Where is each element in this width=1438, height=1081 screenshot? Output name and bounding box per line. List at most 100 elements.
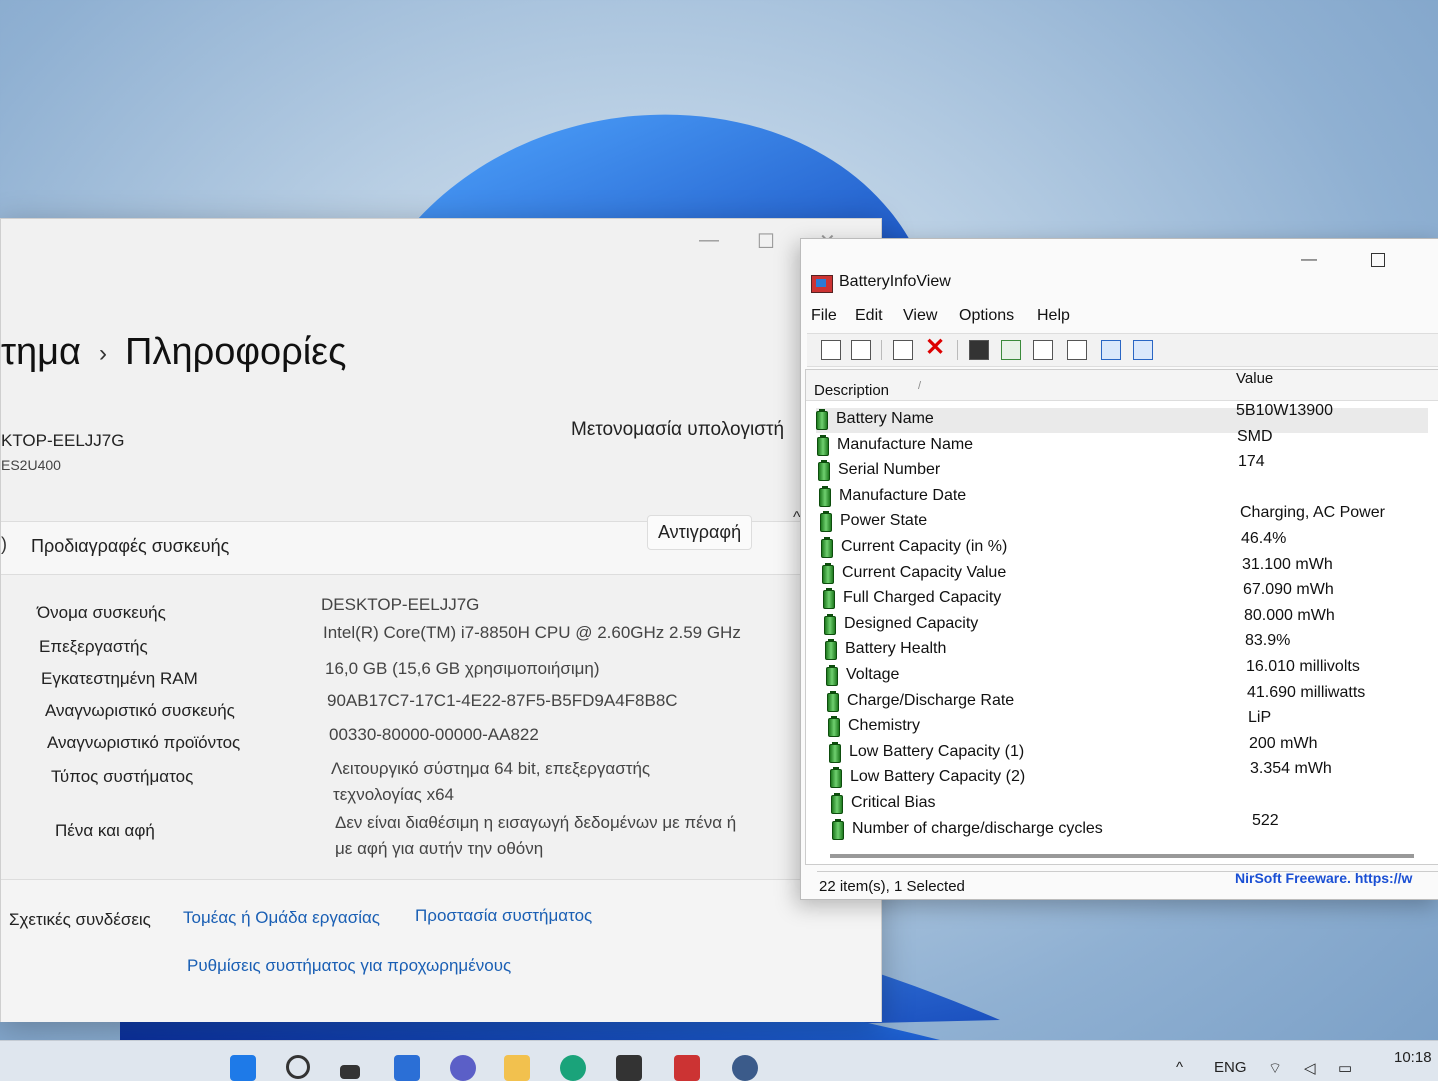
- store-icon[interactable]: [616, 1055, 642, 1081]
- battery-list[interactable]: Description / Value Battery Name 5B10W139…: [805, 369, 1438, 865]
- row-description: Chemistry: [848, 717, 921, 735]
- battery-icon: [822, 562, 834, 584]
- domain-workgroup-link[interactable]: Τομέας ή Ομάδα εργασίας: [183, 908, 380, 928]
- table-row[interactable]: Power State Charging, AC Power: [820, 504, 1432, 535]
- table-row[interactable]: Full Charged Capacity 67.090 mWh: [823, 581, 1435, 612]
- advanced-system-settings-link[interactable]: Ρυθμίσεις συστήματος για προχωρημένους: [187, 956, 511, 976]
- battery-icon[interactable]: ▭: [1338, 1059, 1352, 1077]
- toolbar-separator: [881, 340, 882, 360]
- table-row[interactable]: Manufacture Name SMD: [817, 428, 1429, 459]
- spec-label: Εγκατεστημένη RAM: [41, 669, 198, 688]
- rename-pc-button[interactable]: Μετονομασία υπολογιστή: [571, 419, 784, 441]
- row-value: 3.354 mWh: [1250, 760, 1332, 778]
- row-description: Manufacture Name: [837, 435, 974, 453]
- spec-value-line2: τεχνολογίας x64: [333, 785, 454, 804]
- volume-icon[interactable]: ◁: [1304, 1059, 1316, 1077]
- row-value: 16.010 millivolts: [1246, 658, 1360, 675]
- battery-icon: [830, 767, 842, 789]
- row-value: SMD: [1237, 427, 1273, 445]
- column-value[interactable]: Value: [1236, 370, 1273, 387]
- row-description: Battery Name: [836, 410, 934, 427]
- table-row[interactable]: Current Capacity (in %) 46.4%: [821, 530, 1433, 561]
- widgets-icon[interactable]: [394, 1055, 420, 1081]
- device-model: ES2U400: [1, 457, 61, 473]
- spec-label: Τύπος συστήματος: [51, 767, 194, 786]
- table-row[interactable]: Number of charge/discharge cycles 522: [832, 812, 1438, 843]
- properties-icon[interactable]: [821, 340, 841, 360]
- row-value: LiP: [1248, 709, 1272, 727]
- minimize-button[interactable]: —: [699, 229, 719, 252]
- spec-label: Αναγνωριστικό προϊόντος: [47, 733, 241, 752]
- row-value: 41.690 milliwatts: [1247, 683, 1366, 701]
- device-specs-title: Προδιαγραφές συσκευής: [31, 536, 230, 556]
- table-row[interactable]: Low Battery Capacity (2) 3.354 mWh: [830, 760, 1438, 791]
- table-row[interactable]: Chemistry LiP: [828, 709, 1438, 740]
- battery-icon: [824, 613, 836, 635]
- menu-edit[interactable]: Edit: [855, 307, 883, 325]
- maximize-button[interactable]: ☐: [757, 229, 775, 254]
- battery-app-icon: [811, 275, 833, 293]
- save-icon[interactable]: [969, 340, 989, 360]
- row-description: Full Charged Capacity: [843, 589, 1002, 607]
- minimize-button[interactable]: —: [1301, 251, 1317, 269]
- menu-help[interactable]: Help: [1037, 307, 1070, 325]
- nirsoft-link[interactable]: NirSoft Freeware. https://w: [1235, 870, 1412, 886]
- teams-chat-icon[interactable]: [450, 1055, 476, 1081]
- table-row[interactable]: Designed Capacity 80.000 mWh: [824, 607, 1436, 638]
- table-row[interactable]: Serial Number 174: [818, 453, 1430, 484]
- title-bar[interactable]: BatteryInfoView —: [801, 239, 1438, 297]
- table-row[interactable]: Charge/Discharge Rate 41.690 milliwatts: [827, 684, 1438, 715]
- exit-icon[interactable]: [1133, 340, 1153, 360]
- wifi-icon[interactable]: ⌔: [1268, 1059, 1282, 1078]
- table-row[interactable]: Battery Name 5B10W13900: [816, 402, 1428, 433]
- batteryinfoview-taskbar-icon[interactable]: [674, 1055, 700, 1081]
- chevron-icon: ): [1, 534, 7, 554]
- delete-icon[interactable]: ✕: [925, 336, 945, 360]
- edge-icon[interactable]: [560, 1055, 586, 1081]
- row-description: Voltage: [846, 666, 900, 683]
- column-description[interactable]: Description: [814, 382, 889, 399]
- table-row[interactable]: Critical Bias: [831, 792, 1438, 817]
- table-row[interactable]: Current Capacity Value 31.100 mWh: [822, 556, 1434, 587]
- start-icon[interactable]: [230, 1055, 256, 1081]
- copy-icon[interactable]: [1033, 340, 1053, 360]
- language-indicator[interactable]: ENG: [1214, 1059, 1247, 1076]
- table-row[interactable]: Low Battery Capacity (1) 200 mWh: [829, 735, 1438, 766]
- menu-bar: File Edit View Options Help: [801, 303, 1438, 329]
- copy-button[interactable]: Αντιγραφή: [647, 515, 753, 550]
- row-value: 83.9%: [1245, 632, 1291, 650]
- chevron-right-icon: ›: [99, 339, 108, 367]
- row-value: 174: [1238, 453, 1265, 471]
- html-report-icon[interactable]: [1067, 340, 1087, 360]
- clock-time[interactable]: 10:18: [1394, 1049, 1432, 1066]
- column-header: Description / Value: [806, 370, 1438, 401]
- window-icon[interactable]: [893, 340, 913, 360]
- refresh-icon[interactable]: [1001, 340, 1021, 360]
- row-description: Low Battery Capacity (1): [849, 742, 1025, 760]
- search-icon[interactable]: [286, 1055, 310, 1079]
- maximize-button[interactable]: [1371, 253, 1385, 267]
- spec-label: Όνομα συσκευής: [37, 603, 166, 622]
- clipboard-icon[interactable]: [851, 340, 871, 360]
- row-description: Battery Health: [845, 640, 947, 658]
- spec-value: DESKTOP-EELJJ7G: [321, 595, 480, 614]
- horizontal-scrollbar[interactable]: [830, 854, 1414, 858]
- row-value: 31.100 mWh: [1242, 555, 1333, 573]
- settings-gear-icon[interactable]: [732, 1055, 758, 1081]
- menu-file[interactable]: File: [811, 307, 837, 325]
- menu-view[interactable]: View: [903, 307, 937, 325]
- battery-icon: [823, 588, 835, 610]
- menu-options[interactable]: Options: [959, 307, 1014, 325]
- system-protection-link[interactable]: Προστασία συστήματος: [415, 906, 592, 926]
- find-icon[interactable]: [1101, 340, 1121, 360]
- task-view-icon[interactable]: [340, 1065, 360, 1079]
- row-value: 46.4%: [1241, 530, 1287, 547]
- chevron-up-icon[interactable]: ^: [1176, 1059, 1183, 1076]
- status-bar: 22 item(s), 1 Selected NirSoft Freeware.…: [817, 870, 1438, 896]
- row-description: Current Capacity (in %): [841, 538, 1008, 555]
- row-value: 80.000 mWh: [1244, 606, 1335, 624]
- row-description: Low Battery Capacity (2): [850, 768, 1026, 786]
- file-explorer-icon[interactable]: [504, 1055, 530, 1081]
- breadcrumb-parent[interactable]: τημα: [1, 331, 81, 373]
- battery-icon: [828, 716, 840, 738]
